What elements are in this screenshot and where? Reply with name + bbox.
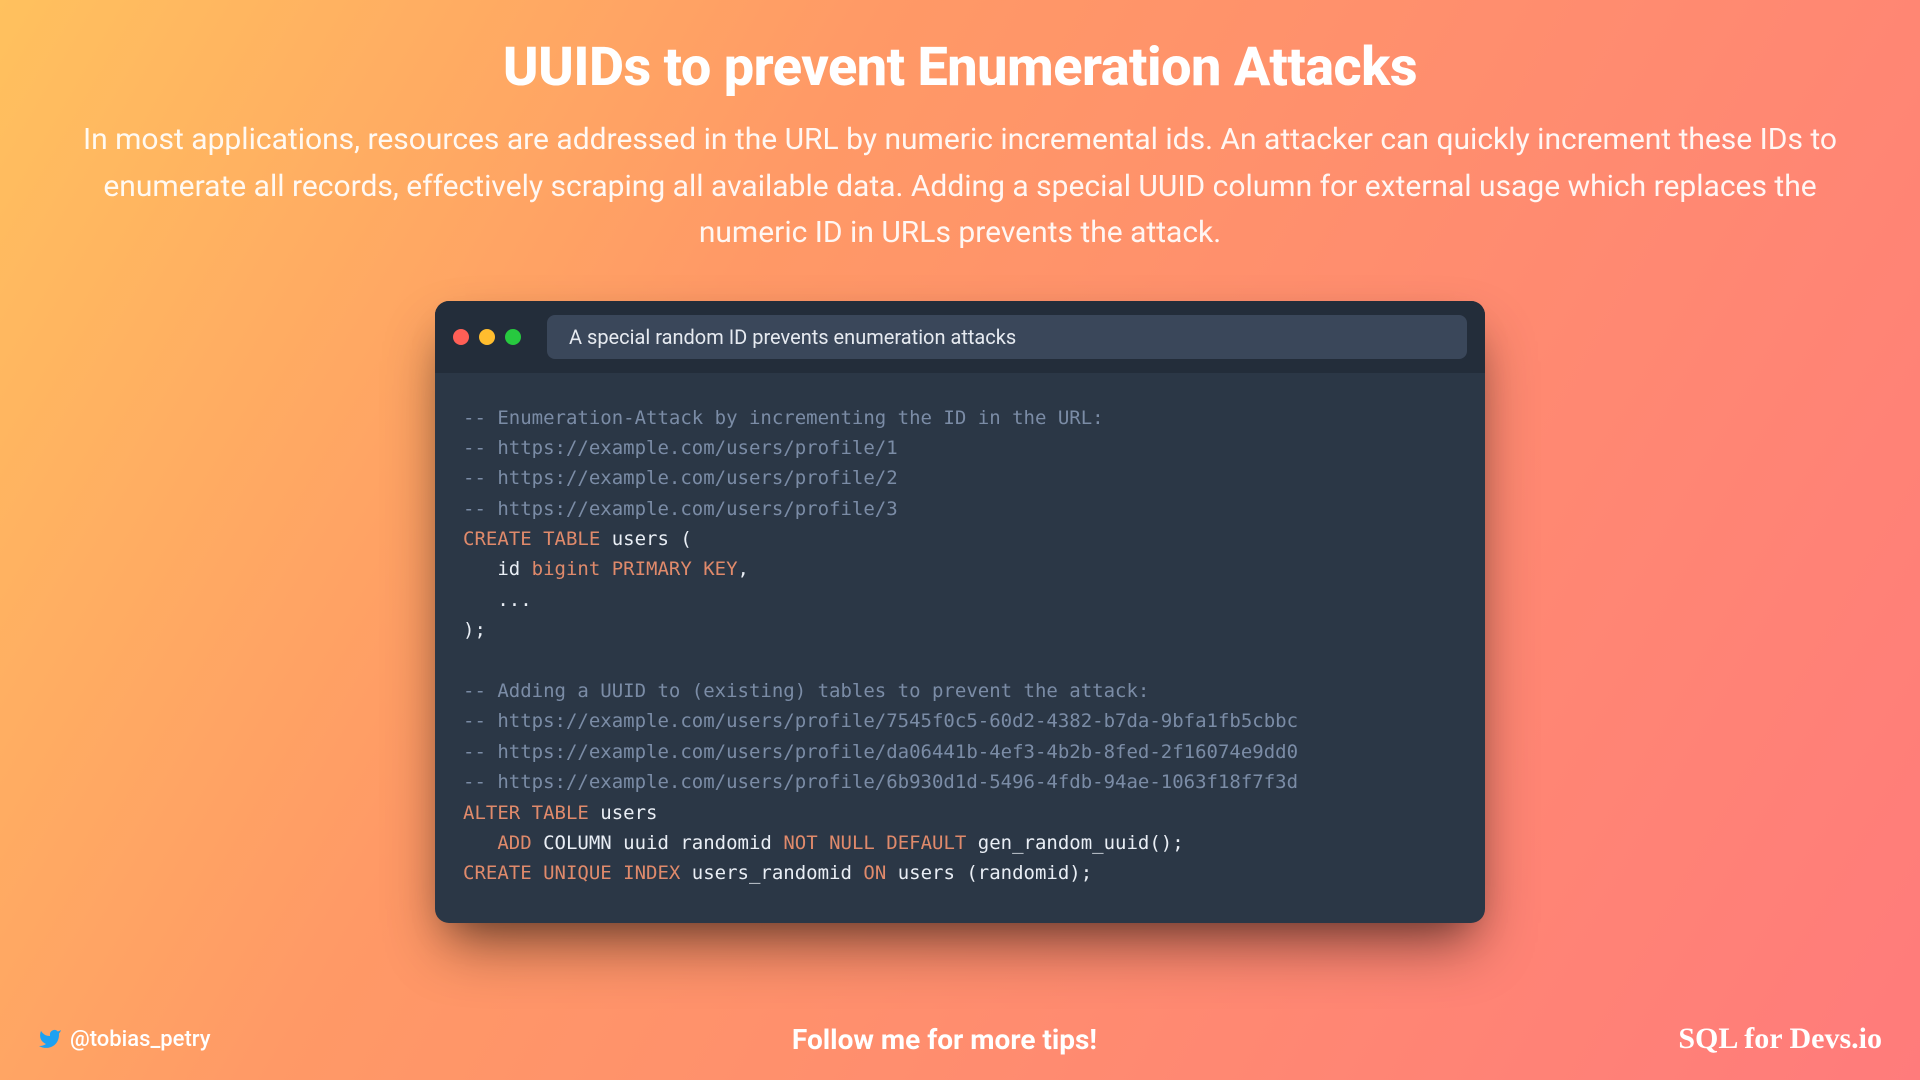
code-text: ... <box>463 589 532 611</box>
code-text: gen_random_uuid(); <box>966 832 1183 854</box>
terminal-tab: A special random ID prevents enumeration… <box>547 315 1467 359</box>
footer: @tobias_petry Follow me for more tips! S… <box>0 1022 1920 1056</box>
twitter-icon <box>38 1027 62 1051</box>
cta-text: Follow me for more tips! <box>792 1023 1097 1056</box>
code-keyword: ON <box>863 862 886 884</box>
twitter-handle: @tobias_petry <box>38 1027 211 1052</box>
code-comment: -- https://example.com/users/profile/1 <box>463 437 898 459</box>
code-comment: -- Adding a UUID to (existing) tables to… <box>463 680 1149 702</box>
code-terminal: A special random ID prevents enumeration… <box>435 301 1485 923</box>
code-keyword: ADD <box>463 832 532 854</box>
minimize-icon <box>479 329 495 345</box>
code-text: id <box>463 558 532 580</box>
code-text: users_randomid <box>680 862 863 884</box>
code-keyword: NOT NULL DEFAULT <box>783 832 966 854</box>
handle-text: @tobias_petry <box>70 1027 211 1052</box>
code-comment: -- https://example.com/users/profile/6b9… <box>463 771 1298 793</box>
brand-text: SQL for Devs.io <box>1678 1022 1882 1056</box>
close-icon <box>453 329 469 345</box>
page-title: UUIDs to prevent Enumeration Attacks <box>503 36 1417 99</box>
code-text: users <box>589 802 658 824</box>
code-keyword: ALTER TABLE <box>463 802 589 824</box>
traffic-lights <box>453 329 521 345</box>
terminal-header: A special random ID prevents enumeration… <box>435 301 1485 373</box>
code-text: users (randomid); <box>886 862 1092 884</box>
maximize-icon <box>505 329 521 345</box>
code-text: users ( <box>600 528 692 550</box>
code-block: -- Enumeration-Attack by incrementing th… <box>435 373 1485 923</box>
code-text: COLUMN uuid randomid <box>532 832 784 854</box>
code-comment: -- https://example.com/users/profile/da0… <box>463 741 1298 763</box>
code-keyword: CREATE UNIQUE INDEX <box>463 862 680 884</box>
code-keyword: bigint PRIMARY KEY <box>532 558 738 580</box>
code-keyword: CREATE TABLE <box>463 528 600 550</box>
code-text: ); <box>463 619 486 641</box>
page-subtitle: In most applications, resources are addr… <box>80 117 1840 257</box>
code-comment: -- https://example.com/users/profile/3 <box>463 498 898 520</box>
code-comment: -- Enumeration-Attack by incrementing th… <box>463 407 1104 429</box>
code-comment: -- https://example.com/users/profile/754… <box>463 710 1298 732</box>
code-text: , <box>738 558 749 580</box>
code-comment: -- https://example.com/users/profile/2 <box>463 467 898 489</box>
